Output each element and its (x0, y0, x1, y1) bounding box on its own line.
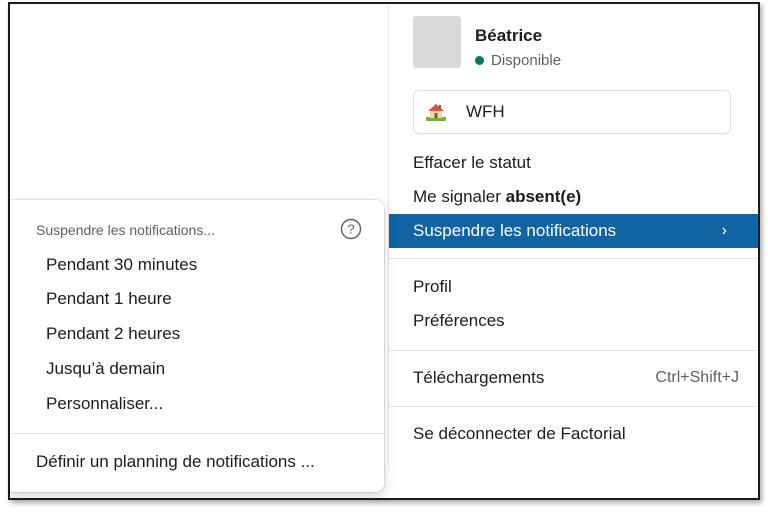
pause-option-label: Pendant 1 heure (46, 289, 172, 308)
pause-notifications-submenu: Suspendre les notifications... ? Pendant… (10, 200, 384, 492)
profile-item[interactable]: Profil (389, 270, 758, 304)
status-text: WFH (466, 102, 505, 121)
presence-dot-icon (475, 56, 484, 65)
notification-schedule-label: Définir un planning de notifications ... (36, 452, 315, 471)
menu-divider (389, 258, 758, 259)
presence-label: Disponible (491, 52, 562, 69)
pause-option-tomorrow[interactable]: Jusqu’à demain (10, 352, 384, 386)
submenu-header: Suspendre les notifications... (36, 222, 215, 238)
profile-header[interactable]: Béatrice Disponible (413, 16, 743, 72)
pause-notifications-item[interactable]: Suspendre les notifications › (389, 214, 758, 248)
menu-divider (389, 406, 758, 407)
account-menu: Béatrice Disponible WFH Effacer le statu… (388, 4, 758, 466)
clear-status-label: Effacer le statut (413, 153, 531, 172)
pause-option-label: Pendant 30 minutes (46, 255, 198, 274)
sign-out-item[interactable]: Se déconnecter de Factorial (389, 417, 758, 451)
notification-schedule-item[interactable]: Définir un planning de notifications ... (10, 445, 384, 479)
downloads-label: Téléchargements (413, 368, 545, 387)
svg-text:?: ? (347, 222, 354, 237)
menu-divider (389, 350, 758, 351)
pause-notifications-label: Suspendre les notifications (413, 221, 617, 240)
set-away-item[interactable]: Me signaler absent(e) (389, 180, 758, 214)
set-away-label: Me signaler absent(e) (413, 187, 581, 207)
pause-option-label: Pendant 2 heures (46, 324, 181, 343)
sign-out-label: Se déconnecter de Factorial (413, 424, 626, 443)
pause-option-custom[interactable]: Personnaliser... (10, 387, 384, 421)
pause-option-label: Jusqu’à demain (46, 359, 166, 378)
avatar (413, 16, 461, 68)
presence-status: Disponible (475, 52, 561, 69)
user-name: Béatrice (475, 26, 543, 45)
app-window: Béatrice Disponible WFH Effacer le statu… (8, 2, 760, 500)
profile-label: Profil (413, 277, 452, 296)
downloads-item[interactable]: Téléchargements Ctrl+Shift+J (389, 361, 758, 395)
chevron-right-icon: › (721, 222, 727, 239)
set-away-prefix: Me signaler (413, 187, 506, 206)
pause-option-2-hours[interactable]: Pendant 2 heures (10, 317, 384, 351)
help-icon[interactable]: ? (340, 218, 362, 240)
pause-option-1-hour[interactable]: Pendant 1 heure (10, 282, 384, 316)
preferences-label: Préférences (413, 311, 505, 330)
clear-status-item[interactable]: Effacer le statut (389, 146, 758, 180)
status-field[interactable]: WFH (413, 90, 731, 134)
preferences-item[interactable]: Préférences (389, 304, 758, 338)
set-away-bold: absent(e) (505, 187, 582, 206)
pause-option-30-minutes[interactable]: Pendant 30 minutes (10, 248, 384, 282)
pause-option-label: Personnaliser... (46, 394, 164, 413)
submenu-divider (10, 433, 384, 434)
downloads-shortcut: Ctrl+Shift+J (655, 369, 739, 386)
house-emoji-icon (426, 104, 446, 121)
